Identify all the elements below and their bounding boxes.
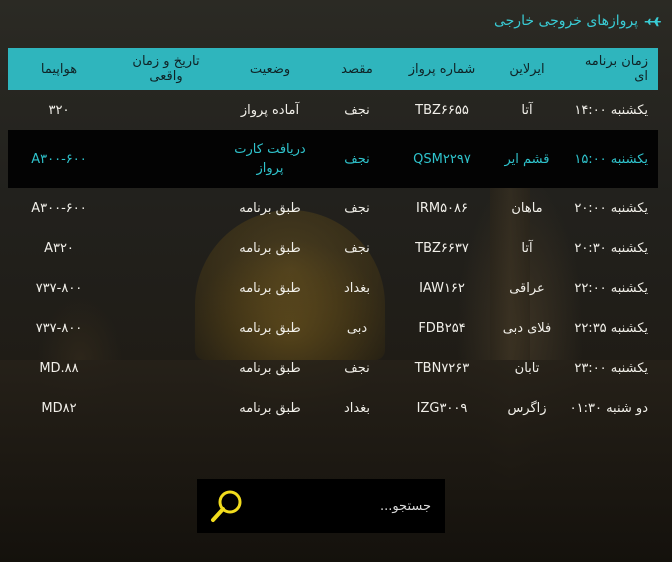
departures-table: زمان برنامه ای ایرلاین شماره پرواز مقصد … <box>8 48 658 428</box>
cell-actual <box>110 348 222 388</box>
cell-airline: آتا <box>521 240 533 256</box>
cell-aircraft: A۳۰۰-۶۰۰ <box>8 130 110 188</box>
search-button[interactable] <box>207 486 247 526</box>
cell-airline: فلای دبی <box>502 320 552 336</box>
table-header-row: زمان برنامه ای ایرلاین شماره پرواز مقصد … <box>8 48 658 90</box>
cell-flight: IZG۳۰۰۹ <box>416 400 468 416</box>
cell-time: یکشنبه ۲۲:۳۵ <box>574 320 648 336</box>
table-row[interactable]: یکشنبه ۲۲:۰۰ عراقی IAW۱۶۲ بغداد طبق برنا… <box>8 268 658 308</box>
column-header-actual-time[interactable]: تاریخ و زمان واقعی <box>110 48 222 90</box>
cell-flight: TBZ۶۶۳۷ <box>415 240 469 256</box>
cell-status: دریافت کارت پرواز <box>222 130 318 188</box>
cell-status: طبق برنامه <box>239 360 301 376</box>
cell-destination: بغداد <box>343 400 371 416</box>
cell-time: یکشنبه ۱۵:۰۰ <box>566 130 658 188</box>
cell-destination: بغداد <box>343 280 371 296</box>
cell-aircraft: ۷۳۷-۸۰۰ <box>35 280 83 296</box>
cell-destination: نجف <box>344 102 370 118</box>
cell-airline: قشم ایر <box>488 130 566 188</box>
table-row[interactable]: یکشنبه ۲۰:۰۰ ماهان IRM۵۰۸۶ نجف طبق برنام… <box>8 188 658 228</box>
cell-actual <box>110 308 222 348</box>
cell-status: طبق برنامه <box>239 240 301 256</box>
cell-aircraft: ۳۲۰ <box>48 102 70 118</box>
column-header-destination[interactable]: مقصد <box>318 48 396 90</box>
cell-airline: عراقی <box>509 280 545 296</box>
table-row[interactable]: یکشنبه ۲۳:۰۰ تابان TBN۷۲۶۳ نجف طبق برنام… <box>8 348 658 388</box>
cell-airline: آتا <box>521 102 533 118</box>
cell-airline: زاگرس <box>507 400 547 416</box>
cell-flight: FDB۲۵۴ <box>418 320 466 336</box>
cell-actual <box>110 388 222 428</box>
cell-airline: ماهان <box>511 200 543 216</box>
column-header-scheduled-time[interactable]: زمان برنامه ای <box>566 48 658 90</box>
departures-table-container: زمان برنامه ای ایرلاین شماره پرواز مقصد … <box>8 48 658 428</box>
cell-destination: نجف <box>318 130 396 188</box>
cell-aircraft: MD.۸۸ <box>39 360 79 376</box>
cell-flight: IAW۱۶۲ <box>419 280 465 296</box>
cell-actual <box>110 188 222 228</box>
table-row[interactable]: دو شنبه ۰۱:۳۰ زاگرس IZG۳۰۰۹ بغداد طبق بر… <box>8 388 658 428</box>
table-row[interactable]: یکشنبه ۱۴:۰۰ آتا TBZ۶۶۵۵ نجف آماده پرواز… <box>8 90 658 130</box>
cell-time: یکشنبه ۲۳:۰۰ <box>574 360 648 376</box>
cell-time: یکشنبه ۱۴:۰۰ <box>574 102 648 118</box>
cell-status: طبق برنامه <box>239 200 301 216</box>
cell-status: آماده پرواز <box>240 102 300 118</box>
table-row-highlighted[interactable]: یکشنبه ۱۵:۰۰ قشم ایر QSM۲۲۹۷ نجف دریافت … <box>8 130 658 188</box>
cell-status: طبق برنامه <box>239 320 301 336</box>
column-header-status[interactable]: وضعیت <box>222 48 318 90</box>
cell-status: طبق برنامه <box>239 400 301 416</box>
cell-aircraft: MD۸۲ <box>41 400 77 416</box>
search-bar <box>197 479 445 533</box>
cell-time: یکشنبه ۲۲:۰۰ <box>574 280 648 296</box>
cell-flight: TBN۷۲۶۳ <box>414 360 470 376</box>
cell-actual <box>110 90 222 130</box>
cell-actual <box>110 228 222 268</box>
cell-destination: نجف <box>344 240 370 256</box>
table-row[interactable]: یکشنبه ۲۰:۳۰ آتا TBZ۶۶۳۷ نجف طبق برنامه … <box>8 228 658 268</box>
cell-flight: IRM۵۰۸۶ <box>415 200 468 216</box>
cell-actual <box>110 268 222 308</box>
column-header-aircraft[interactable]: هواپیما <box>8 48 110 90</box>
column-header-airline[interactable]: ایرلاین <box>488 48 566 90</box>
cell-destination: نجف <box>344 360 370 376</box>
search-icon <box>211 490 242 522</box>
page-header: پروازهای خروجی خارجی <box>494 6 662 36</box>
cell-time: یکشنبه ۲۰:۰۰ <box>574 200 648 216</box>
cell-destination: نجف <box>344 200 370 216</box>
table-row[interactable]: یکشنبه ۲۲:۳۵ فلای دبی FDB۲۵۴ دبی طبق برن… <box>8 308 658 348</box>
cell-flight: QSM۲۲۹۷ <box>396 130 488 188</box>
cell-aircraft: A۳۲۰ <box>44 240 74 256</box>
airplane-icon <box>644 17 662 27</box>
search-input[interactable] <box>269 497 433 515</box>
page-title: پروازهای خروجی خارجی <box>493 13 638 29</box>
cell-airline: تابان <box>514 360 540 376</box>
cell-aircraft: ۷۳۷-۸۰۰ <box>35 320 83 336</box>
cell-actual <box>110 130 222 188</box>
cell-destination: دبی <box>346 320 368 336</box>
cell-status: طبق برنامه <box>239 280 301 296</box>
cell-flight: TBZ۶۶۵۵ <box>415 102 469 118</box>
cell-time: یکشنبه ۲۰:۳۰ <box>574 240 648 256</box>
cell-time: دو شنبه ۰۱:۳۰ <box>569 400 648 416</box>
column-header-flight-number[interactable]: شماره پرواز <box>396 48 488 90</box>
cell-aircraft: A۳۰۰-۶۰۰ <box>31 200 87 216</box>
